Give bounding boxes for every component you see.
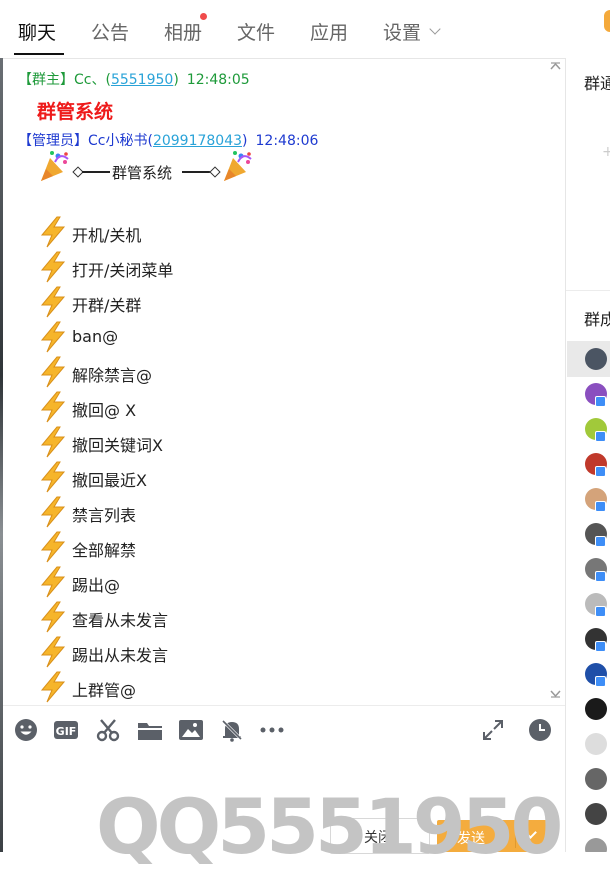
lightning-icon [40,461,66,493]
tab-announcements[interactable]: 公告 [91,18,129,45]
party-popper-icon [41,151,69,181]
panel-divider [566,290,610,291]
tab-chat[interactable]: 聊天 [18,18,56,45]
device-badge-icon [595,571,606,582]
emoji-icon[interactable] [14,718,38,742]
scroll-down-icon[interactable] [550,690,561,698]
plus-icon[interactable]: + [602,144,610,160]
active-tab-indicator [14,53,64,55]
banner-title: 群管系统 [112,164,173,182]
scroll-up-icon[interactable] [550,62,561,70]
svg-text:GIF: GIF [56,725,77,738]
command-label: 踢出@ [72,576,121,595]
command-label: 全部解禁 [72,541,137,560]
device-badge-icon [595,431,606,442]
command-label: 撤回关键词X [72,436,163,455]
command-label: 开机/关机 [72,226,142,245]
lightning-icon [40,216,66,248]
lightning-icon [40,356,66,388]
message-time: 12:48:06 [255,133,319,149]
command-label: 打开/关闭菜单 [72,261,174,280]
members-title: 群成员 [584,310,610,329]
member-avatar[interactable] [585,803,607,825]
clock-icon[interactable] [528,718,552,742]
announcement-title: 群通知 [584,74,610,93]
sender-name[interactable]: Cc、 [74,72,105,88]
device-badge-icon [595,676,606,687]
command-label: 撤回最近X [72,471,147,490]
lightning-icon [40,601,66,633]
right-panel: 群通知 + 群成员 [565,58,610,852]
device-badge-icon [595,536,606,547]
divider-line [82,171,110,173]
command-label: 上群管@ [72,681,137,700]
lightning-icon [40,251,66,283]
command-label: 查看从未发言 [72,611,169,630]
expand-icon[interactable] [481,718,505,742]
tab-apps[interactable]: 应用 [310,18,348,45]
member-avatar[interactable] [585,733,607,755]
command-label: ban@ [72,327,119,346]
member-avatar[interactable] [585,698,607,720]
lightning-icon [40,391,66,423]
bell-off-icon[interactable] [220,718,244,742]
device-badge-icon [595,396,606,407]
party-popper-icon [224,151,252,181]
lightning-icon [40,321,66,353]
role-tag: 【管理员】 [18,133,88,149]
tab-album[interactable]: 相册 [164,18,202,45]
message-header: 【群主】Cc、(5551950) 12:48:05 [18,72,250,88]
avatar-edge [604,10,610,32]
notification-dot [200,13,207,20]
message-header: 【管理员】Cc小秘书(2099178043) 12:48:06 [18,133,319,149]
member-avatar[interactable] [585,768,607,790]
member-avatar[interactable] [585,838,607,852]
input-toolbar: GIF [3,705,565,754]
sender-qq-link[interactable]: 5551950 [111,72,173,88]
command-label: 踢出从未发言 [72,646,169,665]
tab-settings[interactable]: 设置 [383,18,421,45]
sender-name[interactable]: Cc小秘书 [88,133,147,149]
command-label: 禁言列表 [72,506,137,525]
member-avatar[interactable] [585,348,607,370]
device-badge-icon [595,466,606,477]
chevron-down-icon[interactable] [429,23,441,35]
lightning-icon [40,531,66,563]
tab-bar: 聊天 公告 相册 文件 应用 设置 [0,0,610,59]
gif-icon[interactable]: GIF [53,718,79,742]
lightning-icon [40,286,66,318]
tab-files[interactable]: 文件 [237,18,275,45]
command-label: 开群/关群 [72,296,142,315]
divider-line [182,171,210,173]
sender-qq-link[interactable]: 2099178043 [153,133,242,149]
command-label: 解除禁言@ [72,366,153,385]
scissors-icon[interactable] [96,718,120,742]
message-time: 12:48:05 [186,72,250,88]
lightning-icon [40,636,66,668]
image-icon[interactable] [178,718,204,742]
message-text: 群管系统 [37,101,114,123]
lightning-icon [40,671,66,703]
lightning-icon [40,566,66,598]
role-tag: 【群主】 [18,72,74,88]
lightning-icon [40,426,66,458]
lightning-icon [40,496,66,528]
watermark: QQ5551950 [96,782,563,871]
folder-icon[interactable] [137,718,163,742]
more-icon[interactable] [259,718,287,742]
device-badge-icon [595,606,606,617]
device-badge-icon [595,641,606,652]
device-badge-icon [595,501,606,512]
command-label: 撤回@ X [72,401,137,420]
